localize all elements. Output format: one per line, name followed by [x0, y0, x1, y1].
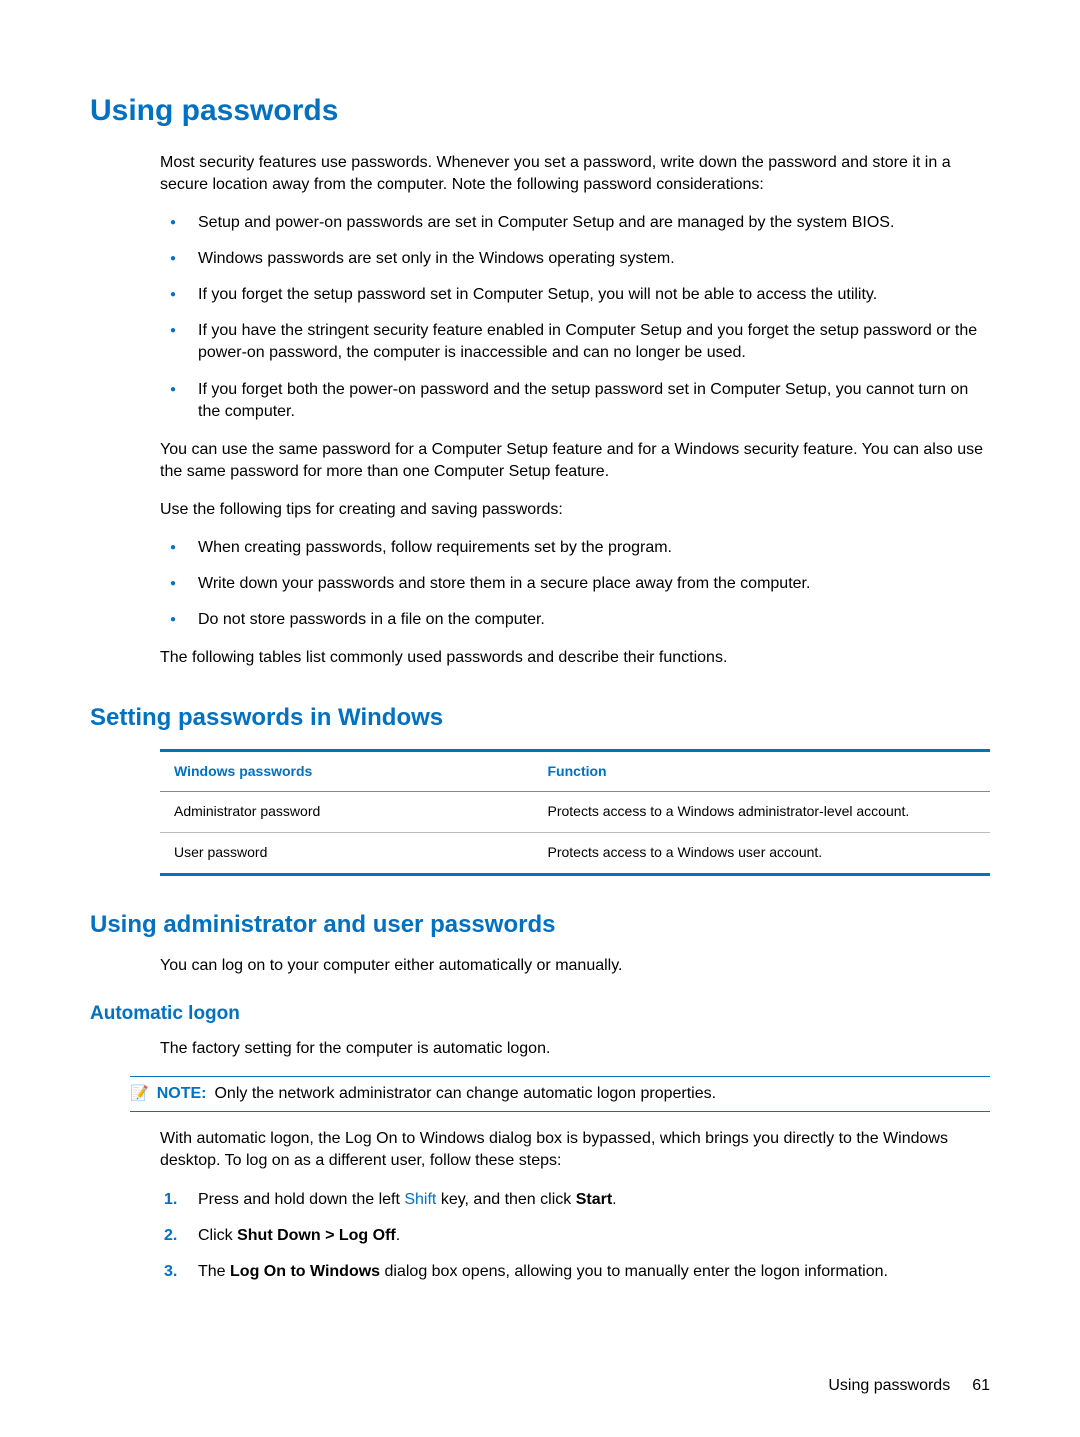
step-text: dialog box opens, allowing you to manual… [380, 1263, 888, 1280]
list-item: Windows passwords are set only in the Wi… [160, 248, 990, 270]
windows-passwords-table: Windows passwords Function Administrator… [160, 749, 990, 876]
table-cell: Protects access to a Windows administrat… [534, 792, 991, 833]
list-item: Write down your passwords and store them… [160, 573, 990, 595]
list-item: Do not store passwords in a file on the … [160, 609, 990, 631]
list-item: Press and hold down the left Shift key, … [160, 1189, 990, 1211]
list-item: Setup and power-on passwords are set in … [160, 212, 990, 234]
section-heading-automatic-logon: Automatic logon [90, 1001, 990, 1028]
page-number: 61 [972, 1375, 990, 1397]
section-heading-admin-user-passwords: Using administrator and user passwords [90, 908, 990, 942]
tips-intro-paragraph: Use the following tips for creating and … [160, 499, 990, 521]
table-row: User password Protects access to a Windo… [160, 833, 990, 875]
step-text: The [198, 1263, 230, 1280]
table-header-cell: Windows passwords [160, 750, 534, 792]
table-cell: Protects access to a Windows user accoun… [534, 833, 991, 875]
list-item: Click Shut Down > Log Off. [160, 1225, 990, 1247]
tables-intro-paragraph: The following tables list commonly used … [160, 647, 990, 669]
table-cell: Administrator password [160, 792, 534, 833]
section-heading-windows-passwords: Setting passwords in Windows [90, 701, 990, 735]
intro-paragraph: Most security features use passwords. Wh… [160, 152, 990, 196]
step-text: key, and then click [436, 1191, 575, 1208]
admin-user-intro: You can log on to your computer either a… [160, 955, 990, 977]
step-text: Click [198, 1227, 237, 1244]
table-cell: User password [160, 833, 534, 875]
log-on-to-windows-label: Log On to Windows [230, 1263, 380, 1280]
tips-list: When creating passwords, follow requirem… [160, 537, 990, 631]
shift-key-label: Shift [404, 1191, 436, 1208]
auto-logon-factory: The factory setting for the computer is … [160, 1038, 990, 1060]
list-item: If you forget the setup password set in … [160, 284, 990, 306]
reuse-paragraph: You can use the same password for a Comp… [160, 439, 990, 483]
note-label: NOTE: [157, 1083, 207, 1105]
table-header-cell: Function [534, 750, 991, 792]
list-item: If you forget both the power-on password… [160, 379, 990, 423]
considerations-list: Setup and power-on passwords are set in … [160, 212, 990, 423]
shut-down-log-off-label: Shut Down > Log Off [237, 1227, 396, 1244]
auto-logon-steps: Press and hold down the left Shift key, … [160, 1189, 990, 1283]
step-text: Press and hold down the left [198, 1191, 404, 1208]
footer-section-label: Using passwords [828, 1375, 950, 1397]
table-header-row: Windows passwords Function [160, 750, 990, 792]
note-icon: 📝 [130, 1083, 149, 1104]
list-item: The Log On to Windows dialog box opens, … [160, 1261, 990, 1283]
list-item: If you have the stringent security featu… [160, 320, 990, 364]
note-text: Only the network administrator can chang… [214, 1083, 716, 1105]
list-item: When creating passwords, follow requirem… [160, 537, 990, 559]
page-title: Using passwords [90, 90, 990, 132]
step-text: . [612, 1191, 616, 1208]
auto-logon-bypass: With automatic logon, the Log On to Wind… [160, 1128, 990, 1172]
table-row: Administrator password Protects access t… [160, 792, 990, 833]
step-text: . [396, 1227, 400, 1244]
start-label: Start [576, 1191, 612, 1208]
note-callout: 📝 NOTE: Only the network administrator c… [130, 1076, 990, 1112]
page-footer: Using passwords 61 [828, 1375, 990, 1397]
